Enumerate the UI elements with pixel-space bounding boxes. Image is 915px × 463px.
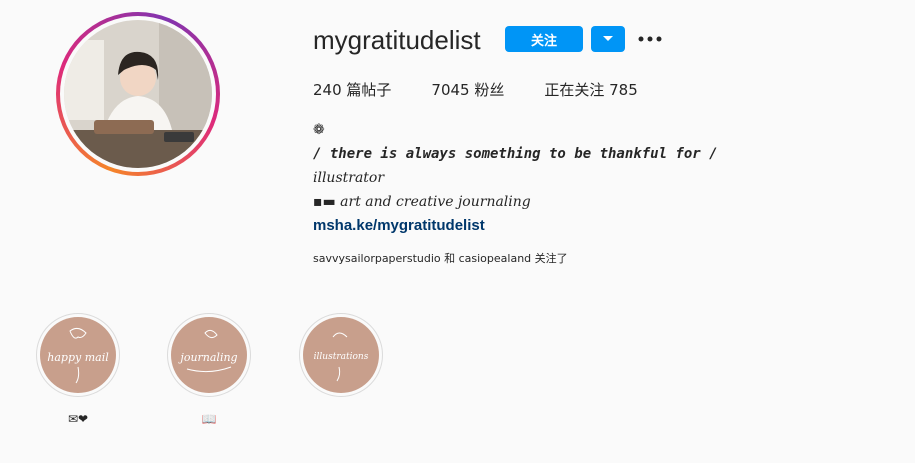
highlight-journaling[interactable]: journaling 📖	[167, 313, 251, 427]
highlight-illustrations[interactable]: illustrations	[299, 313, 383, 427]
highlight-ring: journaling	[167, 313, 251, 397]
highlight-ring: illustrations	[299, 313, 383, 397]
highlight-label: ✉❤	[67, 412, 89, 426]
highlight-label	[299, 411, 383, 427]
bio-emoji-line: ❁	[313, 122, 328, 138]
follow-button[interactable]: 关注	[505, 26, 583, 52]
bio-topic: ▪▬ art and creative journaling	[313, 194, 531, 210]
avatar[interactable]	[64, 20, 212, 168]
highlight-cover-text: happy mail	[47, 351, 109, 364]
bio-link[interactable]: msha.ke/mygratitudelist	[313, 217, 485, 234]
avatar-gap	[60, 16, 216, 172]
highlight-ring: happy mail	[36, 313, 120, 397]
profile-username: mygratitudelist	[313, 25, 481, 55]
followed-by-text[interactable]: savvysailorpaperstudio 和 casiopealand 关注…	[313, 250, 568, 266]
highlight-cover: illustrations	[303, 317, 379, 393]
highlight-cover-text: illustrations	[314, 352, 369, 362]
following-count[interactable]: 正在关注 785	[544, 79, 637, 100]
highlight-cover-text: journaling	[177, 351, 237, 364]
avatar-photo	[64, 20, 212, 168]
bio-tagline: / there is always something to be thankf…	[313, 146, 718, 162]
more-options-button[interactable]	[637, 28, 663, 50]
profile-avatar-ring[interactable]	[56, 12, 220, 176]
highlight-cover-art: illustrations	[314, 332, 369, 382]
bio-role: illustrator	[313, 170, 385, 186]
highlight-label: 📖	[201, 412, 217, 426]
profile-bio: ❁ / there is always something to be than…	[313, 118, 873, 238]
highlight-cover-art: happy mail	[47, 327, 109, 384]
profile-stats: 240 篇帖子 7045 粉丝 正在关注 785	[313, 79, 678, 100]
suggested-accounts-dropdown-button[interactable]	[591, 26, 625, 52]
highlight-cover: journaling	[171, 317, 247, 393]
highlight-cover-art: journaling	[177, 329, 238, 373]
posts-count: 240 篇帖子	[313, 81, 392, 99]
highlight-happy-mail[interactable]: happy mail ✉❤	[36, 313, 120, 427]
followers-count[interactable]: 7045 粉丝	[431, 79, 504, 100]
highlight-cover: happy mail	[40, 317, 116, 393]
chevron-down-icon	[603, 36, 613, 41]
more-options-icon	[638, 36, 662, 42]
